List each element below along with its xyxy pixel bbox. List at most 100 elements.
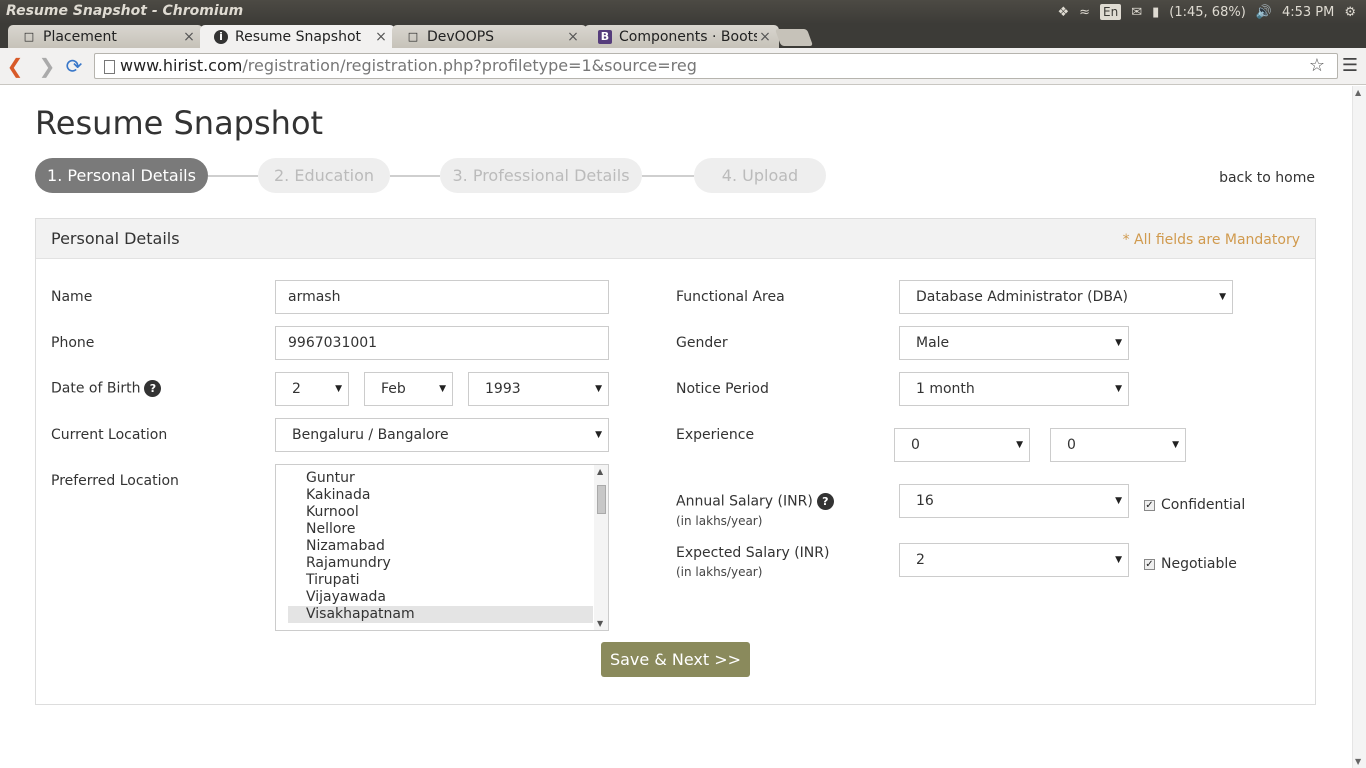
annual-salary-label: Annual Salary (INR)? (in lakhs/year): [676, 493, 834, 528]
page-scrollbar[interactable]: ▲ ▼: [1352, 86, 1366, 768]
checkmark-icon[interactable]: ✓: [1144, 499, 1155, 511]
menu-icon[interactable]: ☰: [1339, 55, 1361, 77]
dropbox-icon[interactable]: ❖: [1057, 5, 1069, 20]
step-connector: [208, 175, 258, 177]
url-path: /registration/registration.php?profilety…: [242, 56, 697, 75]
preferred-location-option[interactable]: Rajamundry: [288, 555, 593, 572]
caret-down-icon: ▼: [595, 430, 602, 440]
annual-salary-label-text: Annual Salary (INR): [676, 493, 813, 510]
forward-arrow-icon[interactable]: ❯: [36, 55, 58, 77]
caret-down-icon: ▼: [1115, 338, 1122, 348]
new-tab-button[interactable]: [774, 29, 814, 46]
page-icon: [104, 60, 115, 74]
preferred-location-option[interactable]: Kakinada: [288, 487, 593, 504]
listbox-scrollbar[interactable]: ▲ ▼: [594, 465, 608, 630]
functional-area-select[interactable]: Database Administrator (DBA) ▼: [899, 280, 1233, 314]
preferred-location-option[interactable]: Tirupati: [288, 572, 593, 589]
page-icon: □: [407, 30, 419, 43]
functional-area-value: Database Administrator (DBA): [916, 289, 1129, 305]
experience-months-select[interactable]: 0 ▼: [1050, 428, 1186, 462]
caret-down-icon: ▼: [1172, 440, 1179, 450]
experience-years-select[interactable]: 0 ▼: [894, 428, 1030, 462]
back-arrow-icon[interactable]: ❮: [4, 55, 26, 77]
scroll-up-icon[interactable]: ▲: [597, 467, 603, 476]
bootstrap-icon: B: [598, 29, 612, 44]
tab-devoops[interactable]: □ DevOOPS ×: [392, 25, 587, 48]
checkmark-icon[interactable]: ✓: [1144, 558, 1155, 570]
experience-label: Experience: [676, 427, 755, 443]
tab-resume-snapshot[interactable]: i Resume Snapshot ×: [200, 25, 395, 48]
preferred-location-listbox[interactable]: Guntur Kakinada Kurnool Nellore Nizamabad Raj…: [275, 464, 609, 631]
confidential-checkbox[interactable]: ✓ Confidential: [1144, 497, 1245, 513]
mandatory-note: * All fields are Mandatory: [1122, 232, 1300, 248]
personal-details-panel: Personal Details * All fields are Mandat…: [35, 218, 1316, 705]
url-host: www.hirist.com: [120, 56, 243, 75]
name-input[interactable]: armash: [275, 280, 609, 314]
page-icon: □: [23, 30, 35, 43]
preferred-location-label: Preferred Location: [51, 473, 179, 489]
save-and-next-button[interactable]: Save & Next >>: [601, 642, 750, 677]
negotiable-checkbox[interactable]: ✓ Negotiable: [1144, 556, 1237, 572]
dob-day-select[interactable]: 2 ▼: [275, 372, 349, 406]
step-education[interactable]: 2. Education: [258, 158, 390, 193]
wifi-icon[interactable]: ≈: [1079, 5, 1090, 20]
confidential-label: Confidential: [1161, 497, 1246, 513]
battery-icon[interactable]: ▮: [1152, 5, 1159, 20]
annual-salary-select[interactable]: 16 ▼: [899, 484, 1129, 518]
preferred-location-option[interactable]: Kurnool: [288, 504, 593, 521]
annual-salary-value: 16: [916, 493, 934, 509]
negotiable-label: Negotiable: [1161, 556, 1237, 572]
notice-period-select[interactable]: 1 month ▼: [899, 372, 1129, 406]
functional-area-label: Functional Area: [676, 289, 785, 305]
back-to-home-link[interactable]: back to home: [1219, 170, 1315, 186]
help-icon[interactable]: ?: [144, 380, 162, 397]
caret-down-icon: ▼: [595, 384, 602, 394]
help-icon[interactable]: ?: [816, 493, 834, 510]
scroll-down-icon[interactable]: ▼: [597, 619, 603, 628]
step-upload[interactable]: 4. Upload: [694, 158, 826, 193]
preferred-location-options: Guntur Kakinada Kurnool Nellore Nizamabad Raj…: [276, 470, 593, 623]
preferred-location-option[interactable]: Vijayawada: [288, 589, 593, 606]
preferred-location-option[interactable]: Guntur: [288, 470, 593, 487]
gender-select[interactable]: Male ▼: [899, 326, 1129, 360]
gender-value: Male: [916, 335, 950, 351]
phone-input[interactable]: 9967031001: [275, 326, 609, 360]
scroll-down-icon[interactable]: ▼: [1355, 757, 1361, 766]
tab-components-bootstrap[interactable]: B Components · Bootstr ×: [584, 25, 779, 48]
settings-gear-icon[interactable]: ⚙: [1344, 5, 1356, 20]
scroll-up-icon[interactable]: ▲: [1355, 88, 1361, 97]
expected-salary-select[interactable]: 2 ▼: [899, 543, 1129, 577]
dob-year-value: 1993: [485, 381, 521, 397]
keyboard-language-indicator[interactable]: En: [1100, 4, 1122, 20]
close-icon[interactable]: ×: [181, 29, 197, 45]
experience-years-value: 0: [911, 437, 920, 453]
address-bar[interactable]: www.hirist.com/registration/registration…: [94, 53, 1338, 79]
preferred-location-option[interactable]: Visakhapatnam: [288, 606, 593, 623]
mail-icon[interactable]: ✉: [1131, 5, 1142, 20]
panel-header: Personal Details * All fields are Mandat…: [36, 219, 1315, 259]
step-personal-details[interactable]: 1. Personal Details: [35, 158, 208, 193]
step-professional-details[interactable]: 3. Professional Details: [440, 158, 642, 193]
window-title: Resume Snapshot - Chromium: [6, 3, 244, 19]
caret-down-icon: ▼: [439, 384, 446, 394]
preferred-location-option[interactable]: Nellore: [288, 521, 593, 538]
expected-salary-label-text: Expected Salary (INR): [676, 545, 830, 561]
scroll-thumb[interactable]: [597, 485, 606, 514]
annual-salary-unit: (in lakhs/year): [676, 514, 763, 528]
close-icon[interactable]: ×: [757, 29, 773, 45]
battery-status[interactable]: (1:45, 68%): [1169, 5, 1246, 20]
close-icon[interactable]: ×: [373, 29, 389, 45]
tab-placement[interactable]: □ Placement ×: [8, 25, 203, 48]
bookmark-star-icon[interactable]: ☆: [1306, 55, 1328, 77]
dob-year-select[interactable]: 1993 ▼: [468, 372, 609, 406]
current-location-select[interactable]: Bengaluru / Bangalore ▼: [275, 418, 609, 452]
reload-icon[interactable]: ⟳: [63, 55, 85, 77]
close-icon[interactable]: ×: [565, 29, 581, 45]
volume-icon[interactable]: 🔊: [1256, 5, 1272, 20]
dob-month-select[interactable]: Feb ▼: [364, 372, 453, 406]
caret-down-icon: ▼: [1115, 496, 1122, 506]
dob-label-text: Date of Birth: [51, 380, 141, 397]
caret-down-icon: ▼: [1016, 440, 1023, 450]
clock[interactable]: 4:53 PM: [1282, 5, 1334, 20]
preferred-location-option[interactable]: Nizamabad: [288, 538, 593, 555]
